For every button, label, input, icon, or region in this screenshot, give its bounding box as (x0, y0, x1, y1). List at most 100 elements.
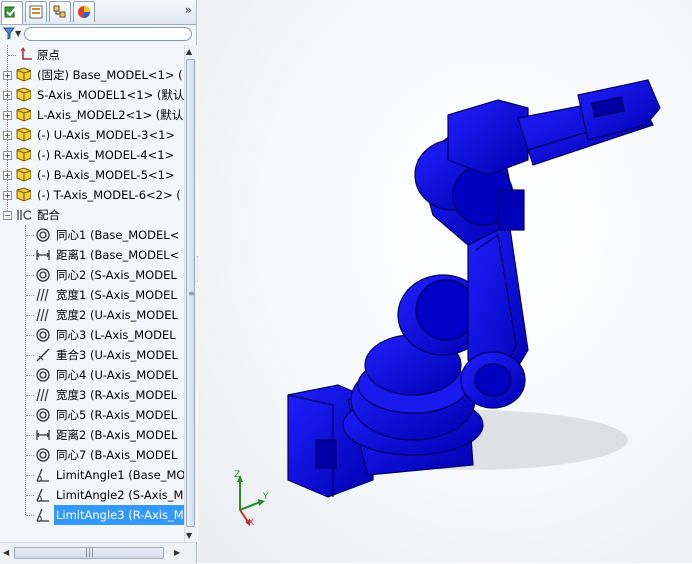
tree-item-label: 宽度1 (S-Axis_MODEL (56, 288, 177, 302)
mates-folder-icon (17, 210, 31, 220)
tree-item-origin[interactable]: 原点 (0, 45, 184, 65)
part-icon (16, 87, 31, 102)
tree-item-mate[interactable]: 同心4 (U-Axis_MODEL (0, 365, 184, 385)
distance-mate-icon (36, 430, 50, 440)
tree-item-label: (-) U-Axis_MODEL-3<1> (37, 128, 176, 142)
graphics-viewport[interactable]: Z Y X (198, 0, 692, 563)
tree-item-label: 原点 (37, 48, 60, 62)
part-icon (16, 187, 31, 202)
tree-item-mate[interactable]: 同心3 (L-Axis_MODEL (0, 325, 184, 345)
tree-item-mate[interactable]: 重合3 (U-Axis_MODEL (0, 345, 184, 365)
tree-item-mate[interactable]: 同心7 (B-Axis_MODEL (0, 445, 184, 465)
tree-item-label: 重合3 (U-Axis_MODEL (56, 348, 178, 362)
tree-item-label: S-Axis_MODEL1<1> (默认 (37, 88, 184, 102)
collapse-icon[interactable]: − (3, 211, 12, 220)
tree-item-label: LimitAngle2 (S-Axis_M (56, 488, 184, 502)
tree-item-mate[interactable]: 同心5 (R-Axis_MODEL (0, 405, 184, 425)
tree-item-mate[interactable]: 距离2 (B-Axis_MODEL (0, 425, 184, 445)
origin-icon (20, 47, 32, 60)
tree-item-mates-folder[interactable]: − 配合 (0, 205, 184, 225)
tree-item-label: LimitAngle1 (Base_MO (56, 468, 184, 482)
expand-icon[interactable]: + (3, 171, 12, 180)
feature-manager-tab[interactable] (1, 1, 23, 24)
concentric-mate-icon (36, 228, 50, 242)
tree-item-mate[interactable]: 同心1 (Base_MODEL< (0, 225, 184, 245)
tree-item-component[interactable]: + S-Axis_MODEL1<1> (默认 (0, 85, 184, 105)
tree-item-mate[interactable]: 宽度3 (R-Axis_MODEL (0, 385, 184, 405)
part-icon (16, 67, 31, 82)
coincident-mate-icon (36, 348, 50, 362)
display-manager-tab[interactable] (73, 1, 95, 22)
scroll-down-arrow-icon[interactable]: ▼ (186, 531, 192, 540)
part-icon (16, 147, 31, 162)
tree-item-label: 同心7 (B-Axis_MODEL (56, 448, 178, 462)
feature-tree-icon (4, 5, 18, 18)
triad-z-label: Z (234, 470, 241, 480)
tree-item-label: (固定) Base_MODEL<1> ( (37, 68, 183, 82)
tree-item-component[interactable]: + (-) U-Axis_MODEL-3<1> (0, 125, 184, 145)
width-mate-icon (36, 308, 49, 322)
tree-item-label: 配合 (37, 208, 60, 222)
concentric-mate-icon (36, 368, 50, 382)
property-manager-tab[interactable] (25, 1, 47, 22)
tree-item-mate[interactable]: 距离1 (Base_MODEL< (0, 245, 184, 265)
more-tabs-chevron[interactable]: » (185, 3, 192, 17)
expand-icon[interactable]: + (3, 111, 12, 120)
concentric-mate-icon (36, 328, 50, 342)
tree-item-label: (-) R-Axis_MODEL-4<1> (37, 148, 175, 162)
tree-item-component[interactable]: + (-) T-Axis_MODEL-6<2> ( (0, 185, 184, 205)
filter-dropdown-icon[interactable]: ▼ (15, 29, 21, 38)
tree-item-label: (-) B-Axis_MODEL-5<1> (37, 168, 175, 182)
tree-item-component[interactable]: + (-) R-Axis_MODEL-4<1> (0, 145, 184, 165)
triad-y-label: Y (263, 492, 269, 502)
property-icon (29, 5, 43, 19)
scroll-left-arrow-icon[interactable]: ◀ (3, 548, 9, 557)
orientation-triad: Z Y X (228, 470, 273, 533)
expand-icon[interactable]: + (3, 151, 12, 160)
distance-mate-icon (36, 250, 50, 260)
concentric-mate-icon (36, 448, 50, 462)
grip-icon: ≡ (188, 289, 195, 298)
width-mate-icon (36, 388, 49, 402)
tree-item-label: LimitAngle3 (R-Axis_M (54, 505, 184, 525)
tree-item-component[interactable]: + (-) B-Axis_MODEL-5<1> (0, 165, 184, 185)
expand-icon[interactable]: + (3, 131, 12, 140)
tree-item-mate[interactable]: 宽度1 (S-Axis_MODEL (0, 285, 184, 305)
filter-input[interactable] (24, 27, 192, 41)
part-icon (16, 167, 31, 182)
tree-vertical-scrollbar[interactable]: ▲ ≡ ▼ (184, 45, 197, 542)
limit-angle-mate-icon (36, 508, 49, 522)
tree-item-mate[interactable]: LimitAngle1 (Base_MO (0, 465, 184, 485)
tree-item-component[interactable]: + (固定) Base_MODEL<1> ( (0, 65, 184, 85)
expand-icon[interactable]: + (3, 91, 12, 100)
tree-horizontal-scrollbar[interactable]: ◀ ||| ▶ (0, 542, 196, 564)
scroll-right-arrow-icon[interactable]: ▶ (174, 548, 180, 557)
part-icon (16, 127, 31, 142)
horizontal-scroll-thumb[interactable]: ||| (14, 547, 164, 559)
filter-bar: ▼ (0, 25, 196, 45)
feature-manager-panel: » ▼ 原点 + (固定) Base_MODEL<1> ( + S-Axis_MODE… (0, 0, 197, 564)
grip-icon: ||| (85, 548, 95, 558)
scroll-up-arrow-icon[interactable]: ▲ (186, 47, 192, 56)
tree-item-mate[interactable]: LimitAngle2 (S-Axis_M (0, 485, 184, 505)
tree-item-label: 宽度2 (U-Axis_MODEL (56, 308, 178, 322)
tree-item-mate[interactable]: 宽度2 (U-Axis_MODEL (0, 305, 184, 325)
tree-item-label: 同心3 (L-Axis_MODEL (56, 328, 176, 342)
tree-item-label: 同心4 (U-Axis_MODEL (56, 368, 178, 382)
tree-item-mate[interactable]: LimitAngle3 (R-Axis_M (0, 505, 184, 525)
appearance-icon (78, 6, 90, 18)
triad-x-label: X (248, 518, 255, 528)
tree-item-component[interactable]: + L-Axis_MODEL2<1> (默认 (0, 105, 184, 125)
tree-item-label: 距离2 (B-Axis_MODEL (56, 428, 178, 442)
configuration-icon (53, 5, 66, 18)
tree-item-label: 距离1 (Base_MODEL< (56, 248, 180, 262)
vertical-scroll-thumb[interactable]: ≡ (186, 59, 195, 527)
tree-item-mate[interactable]: 同心2 (S-Axis_MODEL (0, 265, 184, 285)
configuration-manager-tab[interactable] (49, 1, 71, 22)
tree-item-label: L-Axis_MODEL2<1> (默认 (37, 108, 184, 122)
tree-item-label: 同心1 (Base_MODEL< (56, 228, 180, 242)
filter-icon[interactable] (3, 27, 15, 40)
expand-icon[interactable]: + (3, 191, 12, 200)
expand-icon[interactable]: + (3, 71, 12, 80)
limit-angle-mate-icon (36, 488, 49, 502)
